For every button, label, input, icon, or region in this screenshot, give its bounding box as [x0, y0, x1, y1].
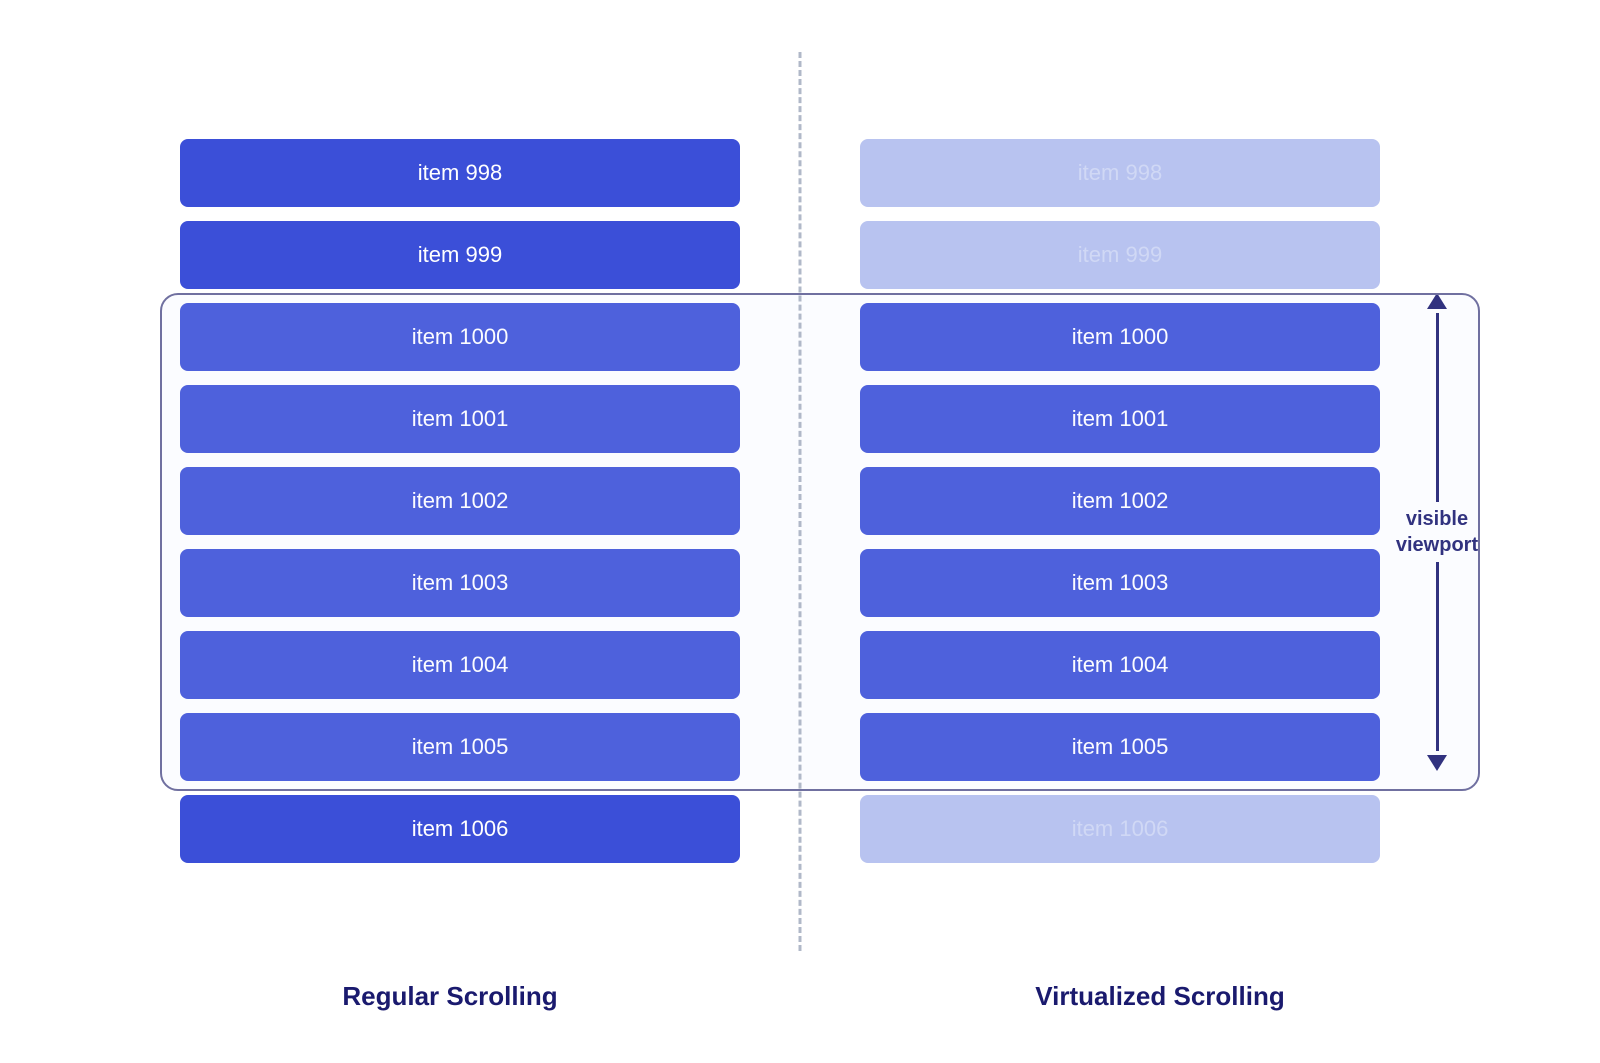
right-item-998: item 998 [860, 139, 1380, 207]
column-divider [799, 52, 802, 951]
right-column-label: Virtualized Scrolling [800, 981, 1500, 1012]
left-item-1000: item 1000 [180, 303, 740, 371]
left-item-1005: item 1005 [180, 713, 740, 781]
left-item-1004: item 1004 [180, 631, 740, 699]
left-item-1002: item 1002 [180, 467, 740, 535]
viewport-arrow: visibleviewport [1396, 293, 1478, 791]
footer-labels: Regular Scrolling Virtualized Scrolling [100, 981, 1500, 1012]
left-column: item 998 item 999 item 1000 item 1001 item 1… [100, 52, 800, 951]
left-column-label: Regular Scrolling [100, 981, 800, 1012]
right-item-999: item 999 [860, 221, 1380, 289]
arrow-head-down-icon [1427, 755, 1447, 771]
right-item-1002: item 1002 [860, 467, 1380, 535]
left-item-998: item 998 [180, 139, 740, 207]
viewport-label-area: visibleviewport [1392, 293, 1482, 791]
left-item-999: item 999 [180, 221, 740, 289]
right-item-1000: item 1000 [860, 303, 1380, 371]
viewport-label: visibleviewport [1396, 506, 1478, 558]
left-item-1001: item 1001 [180, 385, 740, 453]
diagram-container: item 998 item 999 item 1000 item 1001 item 1… [100, 52, 1500, 1012]
right-item-1001: item 1001 [860, 385, 1380, 453]
columns-area: item 998 item 999 item 1000 item 1001 item 1… [100, 52, 1500, 951]
left-item-1006: item 1006 [180, 795, 740, 863]
right-item-1005: item 1005 [860, 713, 1380, 781]
right-item-1004: item 1004 [860, 631, 1380, 699]
left-item-1003: item 1003 [180, 549, 740, 617]
right-item-1003: item 1003 [860, 549, 1380, 617]
right-item-1006: item 1006 [860, 795, 1380, 863]
arrow-head-up-icon [1427, 293, 1447, 309]
